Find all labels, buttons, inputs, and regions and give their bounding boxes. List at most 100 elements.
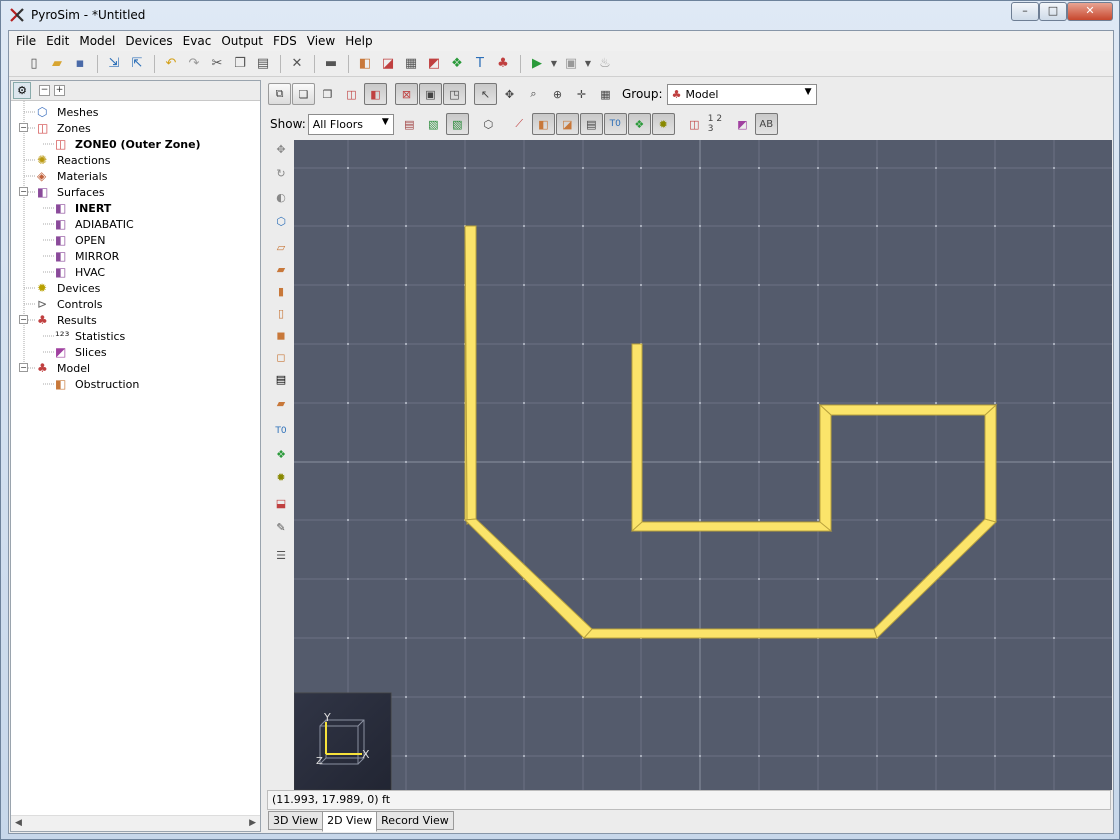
properties-icon[interactable]: ▬ [320,54,342,74]
zoom-tool-icon[interactable]: ⌕ [522,83,545,105]
tree-item-inert[interactable]: ◧ INERT [55,200,111,216]
draw-room-icon[interactable]: ◻ [271,348,291,366]
floor-settings-icon[interactable]: ▤ [398,113,421,135]
show-meshes-icon[interactable]: ⬡ [477,113,500,135]
draw-wall-hole-icon[interactable]: ▯ [271,304,291,322]
fire-icon[interactable]: ♨ [594,54,616,74]
render-solid-icon[interactable]: ▣ [419,83,442,105]
zoom-box-icon[interactable]: ⊕ [546,83,569,105]
render-shaded-icon[interactable]: ◳ [443,83,466,105]
render-wireframe-icon[interactable]: ⊠ [395,83,418,105]
view-front-icon[interactable]: ❏ [292,83,315,105]
show-surfaces-icon[interactable]: ⟋ [508,113,531,135]
show-vents-icon[interactable]: ▤ [579,113,603,135]
tab-record-view[interactable]: Record View [376,811,454,830]
tree-item-surfaces[interactable]: ◧ Surfaces [37,184,105,200]
cut-icon[interactable]: ✂ [206,54,228,74]
new-vent-icon[interactable]: ▦ [400,54,422,74]
paint-surface-icon[interactable]: ⬓ [271,494,291,512]
run-simulation-icon[interactable]: ▶ [526,54,548,74]
wall-obstruction[interactable] [819,403,832,532]
new-surface-icon[interactable]: ◩ [423,54,445,74]
view-side-icon[interactable]: ❐ [316,83,339,105]
redo-icon[interactable]: ↷ [183,54,205,74]
collapse-all-icon[interactable]: − [39,85,50,96]
collapse-toggle-icon[interactable]: − [19,123,28,132]
rotate-icon[interactable]: ↻ [271,164,291,182]
menu-file[interactable]: File [11,31,41,51]
wireframe-icon[interactable] [388,83,394,105]
copy-icon[interactable]: ❐ [229,54,251,74]
draw-block-icon[interactable]: ◼ [271,326,291,344]
select-move-icon[interactable]: ✥ [271,140,291,158]
show-holes-icon[interactable]: ◪ [555,113,579,135]
new-file-icon[interactable]: ▯ [23,54,45,74]
draw-device-icon[interactable]: ❖ [271,445,291,463]
show-outline-icon[interactable]: ◧ [364,83,387,105]
undo-icon[interactable]: ↶ [160,54,182,74]
tree-item-obstruction[interactable]: ◧ Obstruction [55,376,139,392]
show-sprinklers-icon[interactable]: ✹ [651,113,675,135]
expand-all-icon[interactable]: + [54,85,65,96]
draw-wall-icon[interactable]: ▮ [271,282,291,300]
menu-edit[interactable]: Edit [41,31,74,51]
reset-view-icon[interactable]: ◫ [340,83,363,105]
show-labels-icon[interactable]: AB [754,113,778,135]
fit-view-icon[interactable]: ▦ [594,83,617,105]
tab-3d-view[interactable]: 3D View [268,811,324,830]
tree-item-statistics[interactable]: ¹²³ Statistics [55,328,125,344]
new-t0-icon[interactable]: T [469,54,491,74]
select-tool-icon[interactable]: ↖ [474,83,497,105]
draw-sprinkler-icon[interactable]: ✹ [271,468,291,486]
delete-icon[interactable]: ✕ [286,54,308,74]
model-2d-canvas[interactable]: Y X Z [294,140,1112,790]
menu-help[interactable]: Help [340,31,377,51]
view-top-icon[interactable]: ⧉ [268,83,291,105]
show-t0-icon[interactable]: T0 [603,113,627,135]
stop-icon[interactable]: ▣ [560,54,582,74]
tree-item-reactions[interactable]: ✺ Reactions [37,152,111,168]
minimize-button[interactable]: – [1011,2,1039,21]
tree-item-devices[interactable]: ✹ Devices [37,280,100,296]
show-zones-icon[interactable]: ◫ [683,113,706,135]
tree-item-model[interactable]: ♣ Model [37,360,90,376]
tree-item-adiabatic[interactable]: ◧ ADIABATIC [55,216,134,232]
menu-output[interactable]: Output [216,31,268,51]
new-group-icon[interactable]: ♣ [492,54,514,74]
tab-2d-view[interactable]: 2D View [322,811,378,832]
draw-slab-hole-icon[interactable]: ▰ [271,260,291,278]
draw-mesh-icon[interactable]: ⬡ [271,212,291,230]
tree-item-results[interactable]: ♣ Results [37,312,97,328]
new-device-icon[interactable]: ❖ [446,54,468,74]
stop-dropdown-icon[interactable]: ▼ [583,54,593,74]
tree-item-controls[interactable]: ⊳ Controls [37,296,103,312]
menu-view[interactable]: View [302,31,340,51]
tree-item-zone0-outer-zone[interactable]: ◫ ZONE0 (Outer Zone) [55,136,201,152]
tree-item-open[interactable]: ◧ OPEN [55,232,105,248]
menu-fds[interactable]: FDS [268,31,302,51]
horizontal-scrollbar[interactable]: ◀ ▶ [11,815,260,831]
align-tool-icon[interactable]: ☰ [271,546,291,564]
tree-item-materials[interactable]: ◈ Materials [37,168,107,184]
show-image-icon[interactable]: ▧ [445,113,469,135]
show-devices-icon[interactable]: ❖ [627,113,651,135]
tree-item-slices[interactable]: ◩ Slices [55,344,107,360]
maximize-button[interactable]: □ [1039,2,1067,21]
filter-tree-icon[interactable]: ⚙ [13,82,31,99]
run-dropdown-icon[interactable]: ▼ [549,54,559,74]
wall-obstruction[interactable] [631,343,643,533]
paste-icon[interactable]: ▤ [252,54,274,74]
tree-item-hvac[interactable]: ◧ HVAC [55,264,105,280]
tree-item-mirror[interactable]: ◧ MIRROR [55,248,119,264]
menu-evac[interactable]: Evac [178,31,217,51]
wall-obstruction[interactable] [582,628,878,639]
roam-icon[interactable]: ◐ [271,188,291,206]
draw-slab-icon[interactable]: ▱ [271,238,291,256]
pan-tool-icon[interactable]: ✥ [498,83,521,105]
draw-t0-icon[interactable]: T0 [271,422,291,440]
floor-select[interactable]: All Floors ▼ [307,113,394,135]
menu-devices[interactable]: Devices [120,31,177,51]
orbit-center-icon[interactable]: ✛ [570,83,593,105]
wall-obstruction[interactable] [631,521,833,532]
menu-model[interactable]: Model [74,31,120,51]
